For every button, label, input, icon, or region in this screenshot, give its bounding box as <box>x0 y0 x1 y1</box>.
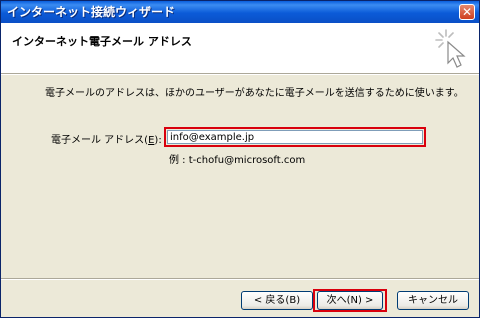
email-highlight <box>164 127 426 147</box>
close-button[interactable]: ✕ <box>459 4 475 20</box>
email-example: 例 : t-chofu@microsoft.com <box>169 155 306 166</box>
footer-divider <box>1 278 479 280</box>
next-highlight: 次へ(N) > <box>313 289 387 312</box>
description-text: 電子メールのアドレスは、ほかのユーザーがあなたに電子メールを送信するために使いま… <box>45 88 464 99</box>
back-button[interactable]: < 戻る(B) <box>241 291 313 310</box>
close-icon: ✕ <box>461 5 473 19</box>
wizard-window: インターネット接続ウィザード ✕ インターネット電子メール アドレス 電子メール… <box>0 0 480 318</box>
wizard-header: インターネット電子メール アドレス <box>1 23 479 73</box>
window-title: インターネット接続ウィザード <box>7 5 176 19</box>
title-bar: インターネット接続ウィザード ✕ <box>1 1 479 23</box>
next-button[interactable]: 次へ(N) > <box>317 291 383 310</box>
cancel-button[interactable]: キャンセル <box>397 291 469 310</box>
email-label: 電子メール アドレス(E): <box>51 135 162 146</box>
header-divider <box>1 73 479 75</box>
page-title: インターネット電子メール アドレス <box>12 35 192 48</box>
email-input[interactable] <box>167 130 423 144</box>
wizard-icon <box>435 29 466 68</box>
